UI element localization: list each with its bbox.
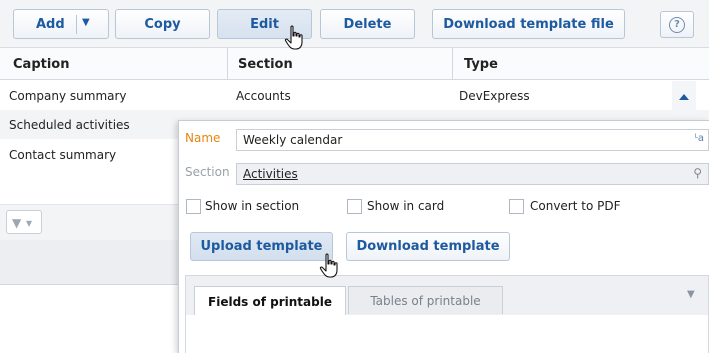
upload-template-button[interactable]: Upload template bbox=[190, 232, 333, 261]
add-button[interactable]: Add ▼ bbox=[13, 9, 109, 39]
column-header-caption[interactable]: Caption bbox=[13, 48, 69, 80]
add-dropdown-icon[interactable]: ▼ bbox=[82, 17, 90, 28]
download-template-button[interactable]: Download template bbox=[346, 232, 510, 261]
download-template-file-label: Download template file bbox=[443, 16, 614, 32]
column-header-section[interactable]: Section bbox=[238, 48, 293, 80]
scroll-up-icon[interactable] bbox=[679, 94, 689, 100]
column-divider bbox=[452, 48, 453, 80]
row-caption: Company summary bbox=[9, 88, 127, 103]
section-label: Section bbox=[185, 165, 230, 179]
download-template-file-button[interactable]: Download template file bbox=[432, 9, 625, 39]
row-caption: Scheduled activities bbox=[9, 117, 130, 132]
edit-button-label: Edit bbox=[250, 16, 279, 32]
search-icon[interactable]: ⚲ bbox=[693, 166, 702, 180]
convert-to-pdf-label: Convert to PDF bbox=[530, 199, 621, 213]
column-divider bbox=[227, 48, 228, 80]
filter-button[interactable]: ▼ ▾ bbox=[6, 210, 42, 234]
show-in-section-checkbox[interactable] bbox=[186, 199, 201, 214]
copy-button-label: Copy bbox=[144, 16, 181, 32]
delete-button-label: Delete bbox=[343, 16, 392, 32]
section-field[interactable]: Activities ⚲ bbox=[236, 163, 709, 185]
help-button[interactable]: ? bbox=[660, 11, 694, 38]
copy-button[interactable]: Copy bbox=[115, 9, 210, 39]
row-type: DevExpress bbox=[459, 88, 530, 103]
add-button-label: Add bbox=[36, 16, 65, 32]
hand-cursor-icon bbox=[319, 253, 338, 278]
hand-cursor-icon bbox=[284, 25, 303, 50]
name-field-value: Weekly calendar bbox=[243, 133, 343, 147]
column-header-type[interactable]: Type bbox=[464, 48, 498, 80]
tab-fields-label: Fields of printable bbox=[208, 294, 332, 309]
row-section: Accounts bbox=[236, 88, 291, 103]
add-split-divider bbox=[76, 15, 77, 34]
grid-header: Caption Section Type bbox=[0, 48, 709, 80]
tab-tables-of-printable[interactable]: Tables of printable bbox=[348, 286, 503, 314]
show-in-card-checkbox[interactable] bbox=[347, 199, 362, 214]
show-in-section-label: Show in section bbox=[205, 199, 300, 213]
row-caption: Contact summary bbox=[9, 148, 117, 162]
tab-fields-of-printable[interactable]: Fields of printable bbox=[194, 286, 346, 316]
convert-to-pdf-checkbox[interactable] bbox=[509, 199, 524, 214]
table-row[interactable]: Company summary Accounts DevExpress bbox=[0, 81, 709, 110]
delete-button[interactable]: Delete bbox=[320, 9, 415, 39]
show-in-card-label: Show in card bbox=[367, 199, 445, 213]
name-field[interactable]: Weekly calendar ᴸa bbox=[236, 129, 709, 151]
advanced-filter-icon: ▾ bbox=[26, 216, 33, 230]
download-template-label: Download template bbox=[356, 239, 500, 254]
filter-icon: ▼ bbox=[12, 216, 22, 230]
bottom-bar bbox=[0, 240, 178, 285]
help-icon: ? bbox=[669, 16, 685, 33]
tabs-menu-icon[interactable]: ▼ bbox=[687, 289, 695, 300]
scrollbar[interactable] bbox=[672, 81, 696, 113]
tab-tables-label: Tables of printable bbox=[370, 293, 481, 308]
tab-content bbox=[186, 315, 708, 353]
name-label: Name bbox=[185, 131, 221, 145]
section-field-value[interactable]: Activities bbox=[243, 167, 298, 181]
translate-icon[interactable]: ᴸa bbox=[694, 133, 704, 144]
upload-template-label: Upload template bbox=[200, 239, 323, 254]
